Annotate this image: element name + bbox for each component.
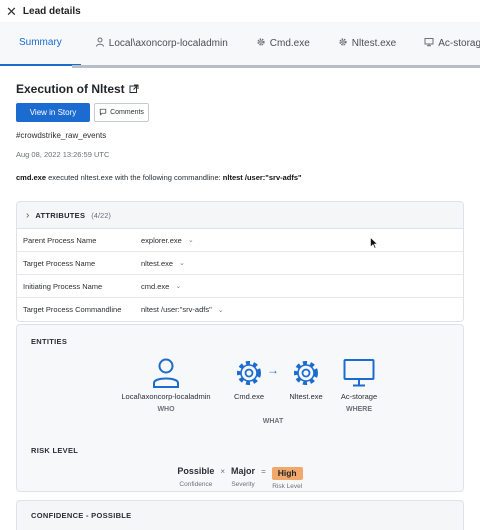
close-button[interactable]: ✕ — [6, 5, 17, 18]
tab-nltest[interactable]: Nltest.exe — [324, 22, 410, 66]
attribute-value-text: nltest.exe — [141, 258, 174, 268]
gear-icon — [256, 37, 266, 50]
entity-where-role: WHERE — [345, 406, 373, 413]
view-in-story-button[interactable]: View in Story — [16, 103, 90, 122]
risk-result: High Risk Level — [271, 465, 303, 490]
chevron-down-icon: ⌄ — [187, 237, 194, 244]
attribute-value[interactable]: cmd.exe ⌄ — [141, 282, 181, 291]
user-icon — [95, 37, 105, 50]
attribute-key: Initiating Process Name — [23, 281, 103, 291]
risk-level-title: RISK LEVEL — [31, 446, 79, 455]
attribute-row: Initiating Process Name cmd.exe ⌄ — [17, 275, 463, 298]
attribute-value-text: explorer.exe — [141, 235, 182, 245]
attribute-key: Parent Process Name — [23, 235, 97, 245]
tab-host-label: Ac-storage — [438, 38, 480, 49]
tab-user[interactable]: Local\axoncorp-localadmin — [81, 22, 242, 66]
source-tag: #crowdstrike_raw_events — [16, 131, 107, 140]
risk-calculation: Possible Confidence × Major Severity = H… — [31, 465, 449, 490]
panel-header: ✕ Lead details — [0, 0, 480, 22]
comments-button[interactable]: Comments — [94, 103, 149, 122]
external-link-icon[interactable] — [129, 84, 139, 94]
attribute-row: Target Process Commandline nltest /user:… — [17, 298, 463, 321]
entity-who-role: WHO — [157, 406, 175, 413]
event-timestamp: Aug 08, 2022 13:26:59 UTC — [16, 150, 110, 159]
entity-where-name: Ac-storage — [340, 392, 378, 401]
attribute-row: Parent Process Name explorer.exe ⌄ — [17, 229, 463, 252]
chevron-down-icon: ⌄ — [217, 306, 224, 314]
attributes-label: ATTRIBUTES — [35, 210, 86, 220]
mouse-cursor-icon — [370, 237, 378, 249]
risk-confidence-value: Possible — [177, 466, 215, 476]
entity-what-nltest[interactable]: Nltest.exe — [276, 358, 336, 401]
entity-what-cmd-name: Cmd.exe — [233, 392, 264, 401]
entity-what-nltest-name: Nltest.exe — [289, 392, 323, 401]
chevron-right-icon: › — [26, 209, 30, 221]
attributes-count: (4/22) — [91, 210, 111, 220]
command-description: executed nltest.exe with the following c… — [46, 173, 223, 182]
tab-summary-label: Summary — [19, 37, 62, 48]
tab-scrollbar[interactable] — [72, 65, 480, 68]
attributes-toggle[interactable]: › ATTRIBUTES (4/22) — [17, 202, 463, 229]
lead-summary: Execution of Nltest View in Story Commen… — [0, 82, 480, 530]
attribute-value[interactable]: explorer.exe ⌄ — [141, 236, 194, 245]
command-summary: cmd.exe executed nltest.exe with the fol… — [16, 173, 464, 182]
risk-level-label: Risk Level — [272, 483, 303, 490]
attribute-value-text: cmd.exe — [141, 281, 170, 291]
tab-cmd-label: Cmd.exe — [269, 38, 310, 49]
attribute-value[interactable]: nltest.exe ⌄ — [141, 259, 185, 268]
attribute-key: Target Process Commandline — [23, 305, 122, 314]
risk-severity-value: Major — [231, 466, 256, 476]
risk-confidence-label: Confidence — [179, 481, 213, 488]
entity-where[interactable]: Ac-storage WHERE — [329, 358, 389, 413]
comment-icon — [99, 108, 107, 118]
attribute-key: Target Process Name — [23, 258, 96, 268]
risk-severity-label: Severity — [231, 481, 255, 488]
tab-nltest-label: Nltest.exe — [351, 38, 397, 49]
attribute-row: Target Process Name nltest.exe ⌄ — [17, 252, 463, 275]
confidence-title: CONFIDENCE - POSSIBLE — [31, 511, 132, 520]
monitor-icon — [329, 358, 389, 388]
tab-summary[interactable]: Summary — [0, 22, 81, 66]
monitor-icon — [424, 37, 434, 50]
risk-level-badge: High — [271, 467, 303, 480]
tab-user-label: Local\axoncorp-localadmin — [108, 38, 228, 49]
entity-what-role: WHAT — [262, 418, 284, 425]
entities-diagram: Local\axoncorp-localadmin WHO Cmd.exe → … — [31, 358, 449, 428]
chevron-down-icon: ⌄ — [179, 260, 185, 267]
gear-icon — [338, 37, 348, 50]
tab-cmd[interactable]: Cmd.exe — [242, 22, 324, 66]
entity-who-name: Local\axoncorp-localadmin — [121, 392, 211, 401]
chevron-down-icon: ⌄ — [175, 283, 182, 290]
entity-who[interactable]: Local\axoncorp-localadmin WHO — [111, 358, 221, 413]
entities-section: ENTITIES Local\axoncorp-localadmin WHO C… — [16, 324, 464, 492]
user-icon — [111, 358, 221, 388]
attribute-value[interactable]: nltest /user:"srv-adfs" ⌄ — [141, 305, 224, 314]
risk-confidence: Possible Confidence — [177, 465, 214, 488]
command-line-value: nltest /user:"srv-adfs" — [222, 173, 302, 182]
attributes-section: › ATTRIBUTES (4/22) Parent Process Name … — [16, 201, 464, 322]
tab-host[interactable]: Ac-storage — [410, 22, 480, 66]
entities-title: ENTITIES — [31, 337, 68, 346]
tab-bar: Summary Local\axoncorp-localadmin Cmd.ex… — [0, 22, 480, 68]
page-title: Execution of Nltest — [16, 82, 125, 96]
risk-severity: Major Severity — [231, 465, 255, 488]
equals-sign: = — [261, 467, 266, 476]
title-row: Execution of Nltest — [16, 82, 464, 96]
attribute-value-text: nltest /user:"srv-adfs" — [141, 305, 212, 314]
action-buttons: View in Story Comments — [16, 103, 464, 122]
multiply-sign: × — [220, 467, 226, 476]
panel-title: Lead details — [22, 5, 81, 17]
comments-label: Comments — [110, 109, 144, 116]
initiating-process: cmd.exe — [16, 173, 47, 182]
confidence-section[interactable]: CONFIDENCE - POSSIBLE — [16, 500, 464, 530]
gear-icon — [276, 358, 336, 388]
